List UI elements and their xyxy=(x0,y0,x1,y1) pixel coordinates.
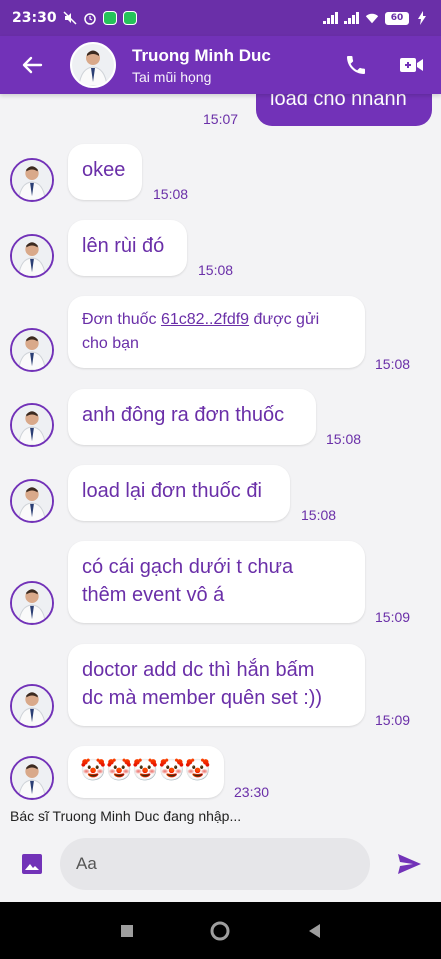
arrow-left-icon xyxy=(22,56,43,74)
incoming-message-bubble[interactable]: lên rùi đó xyxy=(68,220,187,276)
message-time: 15:08 xyxy=(198,262,234,278)
incoming-message-bubble[interactable]: 🤡🤡🤡🤡🤡 xyxy=(68,746,224,798)
message-text: thêm event vô á xyxy=(82,584,225,606)
image-icon xyxy=(22,854,42,874)
doctor-portrait-icon xyxy=(12,686,52,726)
app-notification-icon xyxy=(122,11,137,25)
incoming-message-bubble[interactable]: có cái gạch dưới t chưa thêm event vô á xyxy=(68,541,365,623)
message-time: 15:08 xyxy=(301,507,337,523)
sender-avatar[interactable] xyxy=(10,684,54,728)
cell-signal-icon xyxy=(344,12,359,24)
incoming-message-bubble[interactable]: load lại đơn thuốc đi xyxy=(68,465,290,521)
message-text: load lại đơn thuốc đi xyxy=(82,480,262,502)
battery-icon: 60 xyxy=(385,11,409,25)
attach-image-button[interactable] xyxy=(14,846,50,882)
status-time: 23:30 xyxy=(12,10,57,26)
square-icon xyxy=(120,924,133,937)
app-notification-icon xyxy=(102,11,117,25)
sender-avatar[interactable] xyxy=(10,479,54,523)
message-text: Đơn thuốc xyxy=(82,311,161,328)
contact-name: Truong Minh Duc xyxy=(132,45,271,65)
system-navigation-bar xyxy=(0,902,441,959)
back-button[interactable] xyxy=(16,49,48,81)
contact-specialty: Tai mũi họng xyxy=(132,68,212,85)
doctor-avatar[interactable] xyxy=(70,42,116,88)
sender-avatar[interactable] xyxy=(10,403,54,447)
mute-icon xyxy=(63,11,77,25)
chat-header: Truong Minh Duc Tai mũi họng xyxy=(0,36,441,94)
outgoing-message-bubble[interactable]: load cho nhanh xyxy=(256,94,432,126)
video-call-button[interactable] xyxy=(399,52,425,78)
doctor-portrait-icon xyxy=(12,160,52,200)
message-time: 15:08 xyxy=(326,431,362,447)
message-text: doctor add dc thì hắn bấm xyxy=(82,659,315,681)
video-camera-icon xyxy=(400,58,423,72)
home-button[interactable] xyxy=(205,916,235,946)
message-time: 15:07 xyxy=(203,111,239,127)
message-time: 15:08 xyxy=(375,356,411,372)
recent-apps-button[interactable] xyxy=(112,916,142,946)
prescription-link[interactable]: 61c82..2fdf9 xyxy=(161,311,249,328)
message-list[interactable]: load cho nhanh 15:07 okee 15:08 lên rùi … xyxy=(0,94,441,826)
message-time: 15:08 xyxy=(153,186,189,202)
sender-avatar[interactable] xyxy=(10,158,54,202)
charging-icon xyxy=(415,11,429,25)
status-bar: 23:30 60 xyxy=(0,0,441,36)
sender-avatar[interactable] xyxy=(10,756,54,800)
message-text: được gửi xyxy=(249,311,320,328)
message-text: load cho nhanh xyxy=(270,94,407,110)
typing-indicator: Bác sĩ Truong Minh Duc đang nhập... xyxy=(10,808,242,824)
incoming-message-bubble[interactable]: doctor add dc thì hắn bấm dc mà member q… xyxy=(68,644,365,726)
send-button[interactable] xyxy=(391,846,427,882)
message-text: anh đông ra đơn thuốc xyxy=(82,404,285,426)
alarm-icon xyxy=(83,11,97,25)
back-nav-button[interactable] xyxy=(299,916,329,946)
message-text: lên rùi đó xyxy=(82,235,165,257)
incoming-message-bubble[interactable]: anh đông ra đơn thuốc xyxy=(68,389,316,445)
message-time: 15:09 xyxy=(375,609,411,625)
wifi-icon xyxy=(365,11,379,25)
triangle-back-icon xyxy=(309,923,321,938)
message-composer xyxy=(0,826,441,902)
sender-avatar[interactable] xyxy=(10,328,54,372)
incoming-message-bubble[interactable]: okee xyxy=(68,144,142,200)
phone-icon xyxy=(347,56,365,74)
incoming-message-bubble[interactable]: Đơn thuốc 61c82..2fdf9 được gửi cho bạn xyxy=(68,296,365,368)
sender-avatar[interactable] xyxy=(10,581,54,625)
message-input[interactable] xyxy=(60,838,370,890)
doctor-portrait-icon xyxy=(12,481,52,521)
sender-avatar[interactable] xyxy=(10,234,54,278)
doctor-portrait-icon xyxy=(72,44,114,86)
doctor-portrait-icon xyxy=(12,583,52,623)
doctor-portrait-icon xyxy=(12,405,52,445)
circle-icon xyxy=(210,921,230,940)
doctor-portrait-icon xyxy=(12,330,52,370)
message-text: cho bạn xyxy=(82,335,139,352)
doctor-portrait-icon xyxy=(12,236,52,276)
message-time: 23:30 xyxy=(234,784,270,800)
message-text: okee xyxy=(82,159,126,181)
emoji-message: 🤡🤡🤡🤡🤡 xyxy=(80,759,211,782)
doctor-portrait-icon xyxy=(12,758,52,798)
message-text: có cái gạch dưới t chưa xyxy=(82,556,294,578)
message-text: dc mà member quên set :)) xyxy=(82,687,323,709)
cell-signal-icon xyxy=(323,12,338,24)
send-icon xyxy=(398,854,421,874)
voice-call-button[interactable] xyxy=(343,52,369,78)
message-time: 15:09 xyxy=(375,712,411,728)
